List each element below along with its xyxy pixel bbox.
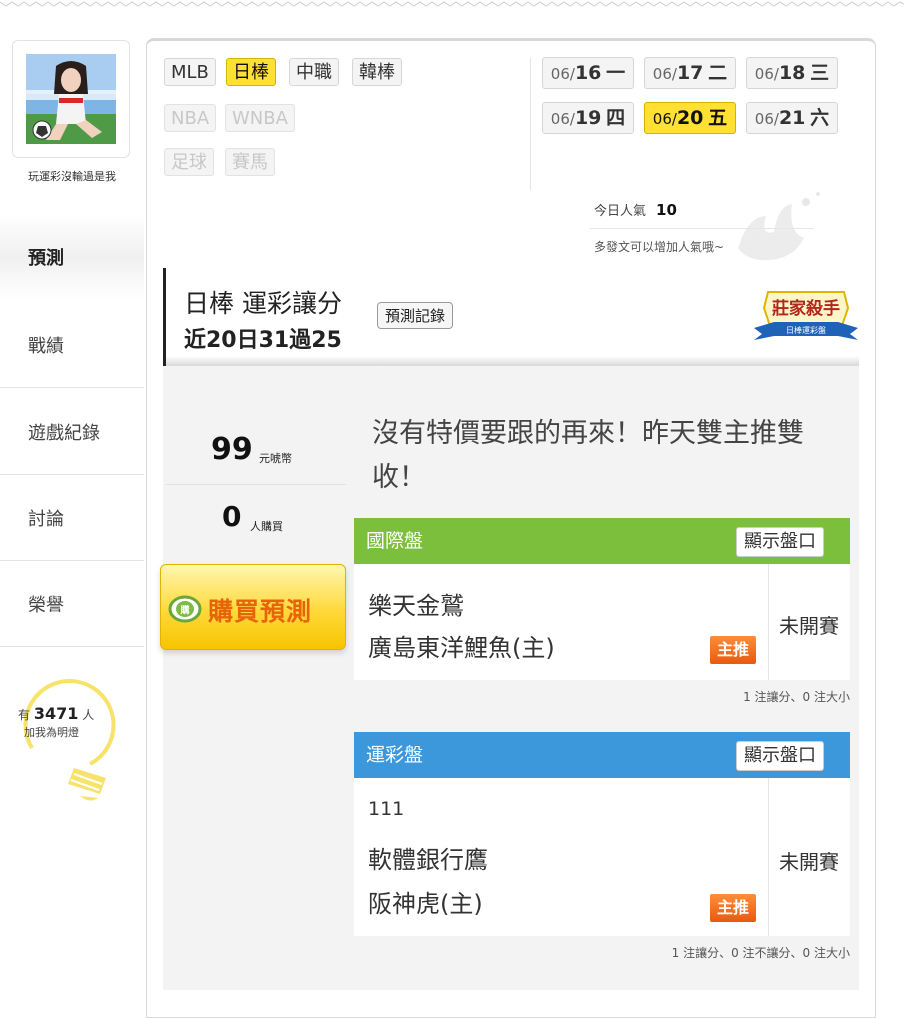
- price-unit: 元唬幣: [259, 452, 292, 465]
- date-0617[interactable]: 06/17 二: [644, 57, 736, 89]
- sidebar-item-label: 戰績: [28, 335, 64, 357]
- divider: [166, 484, 346, 485]
- svg-text:莊家殺手: 莊家殺手: [772, 298, 840, 319]
- fans-count[interactable]: 有 3471 人: [18, 704, 94, 723]
- league-tab-kbo[interactable]: 韓棒: [352, 58, 402, 86]
- buyers-unit: 人購買: [250, 520, 283, 533]
- analysis-message: 沒有特價要跟的再來！昨天雙主推雙收！: [372, 418, 804, 493]
- sidebar-item-label: 討論: [28, 508, 64, 530]
- show-odds-button[interactable]: 顯示盤口: [736, 741, 824, 771]
- divider: [590, 228, 814, 229]
- popularity-today: 今日人氣 10: [594, 201, 677, 219]
- league-tab-cpbl[interactable]: 中職: [289, 58, 339, 86]
- league-tab-nba: NBA: [164, 104, 217, 132]
- league-tab-wnba: WNBA: [225, 104, 295, 132]
- away-team: 軟體銀行鷹: [368, 846, 488, 874]
- home-team: 阪神虎(主): [368, 890, 483, 918]
- sidebar-item-label: 榮譽: [28, 594, 64, 616]
- main-pick-badge: 主推: [710, 894, 756, 922]
- date-0620[interactable]: 06/20 五: [644, 102, 736, 134]
- banker-killer-badge-icon: 莊家殺手 日棒運彩盤: [754, 291, 858, 340]
- sidebar-item-record[interactable]: 戰績: [0, 302, 144, 388]
- bet-summary: 1 注讓分、0 注大小: [743, 690, 850, 704]
- prediction-record: 近20日31過25: [184, 328, 342, 353]
- date-0621[interactable]: 06/21 六: [746, 102, 838, 134]
- league-tab-soccer: 足球: [164, 148, 214, 176]
- buyers-value: 0: [222, 500, 242, 533]
- popularity-hint: 多發文可以增加人氣哦~: [594, 240, 725, 254]
- away-team: 樂天金鷲: [368, 592, 464, 620]
- sidebar-item-game-history[interactable]: 遊戲紀錄: [0, 389, 144, 475]
- price-value: 99: [211, 432, 253, 467]
- sidebar-item-label: 預測: [28, 248, 64, 269]
- coin-icon: 購: [168, 595, 202, 623]
- prediction-title: 日棒 運彩讓分: [184, 289, 342, 318]
- home-team: 廣島東洋鯉魚(主): [368, 634, 555, 662]
- date-0618[interactable]: 06/18 三: [746, 57, 838, 89]
- date-0619[interactable]: 06/19 四: [542, 102, 634, 134]
- username[interactable]: 玩運彩沒輸過是我: [0, 168, 144, 184]
- date-0616[interactable]: 06/16 一: [542, 57, 634, 89]
- main-pick-badge: 主推: [710, 636, 756, 664]
- divider: [768, 564, 769, 680]
- buy-prediction-label: 購買預測: [208, 597, 313, 626]
- league-tab-horse-racing: 賽馬: [225, 148, 275, 176]
- show-odds-button[interactable]: 顯示盤口: [736, 527, 824, 557]
- sidebar-item-discussion[interactable]: 討論: [0, 475, 144, 561]
- game-status: 未開賽: [779, 614, 839, 638]
- league-tab-mlb[interactable]: MLB: [164, 58, 216, 86]
- sidebar-item-label: 遊戲紀錄: [28, 422, 100, 444]
- svg-text:購: 購: [179, 604, 189, 616]
- league-tab-npb[interactable]: 日棒: [226, 58, 276, 86]
- top-zigzag-border: [0, 1, 904, 7]
- sidebar-item-predictions[interactable]: 預測: [0, 214, 144, 300]
- divider: [530, 58, 531, 190]
- prediction-history-button[interactable]: 預測記錄: [377, 302, 454, 329]
- avatar[interactable]: [26, 54, 116, 144]
- divider: [768, 778, 769, 936]
- fans-caption[interactable]: 加我為明燈: [24, 724, 79, 740]
- bet-summary: 1 注讓分、0 注不讓分、0 注大小: [671, 946, 850, 960]
- game-status: 未開賽: [779, 850, 839, 874]
- game-number: 111: [368, 798, 405, 820]
- sidebar-item-honors[interactable]: 榮譽: [0, 561, 144, 647]
- popularity-decoration-icon: [738, 192, 820, 261]
- svg-text:日棒運彩盤: 日棒運彩盤: [786, 325, 826, 335]
- lightbulb-icon[interactable]: [10, 678, 120, 808]
- avatar-frame[interactable]: [12, 40, 130, 158]
